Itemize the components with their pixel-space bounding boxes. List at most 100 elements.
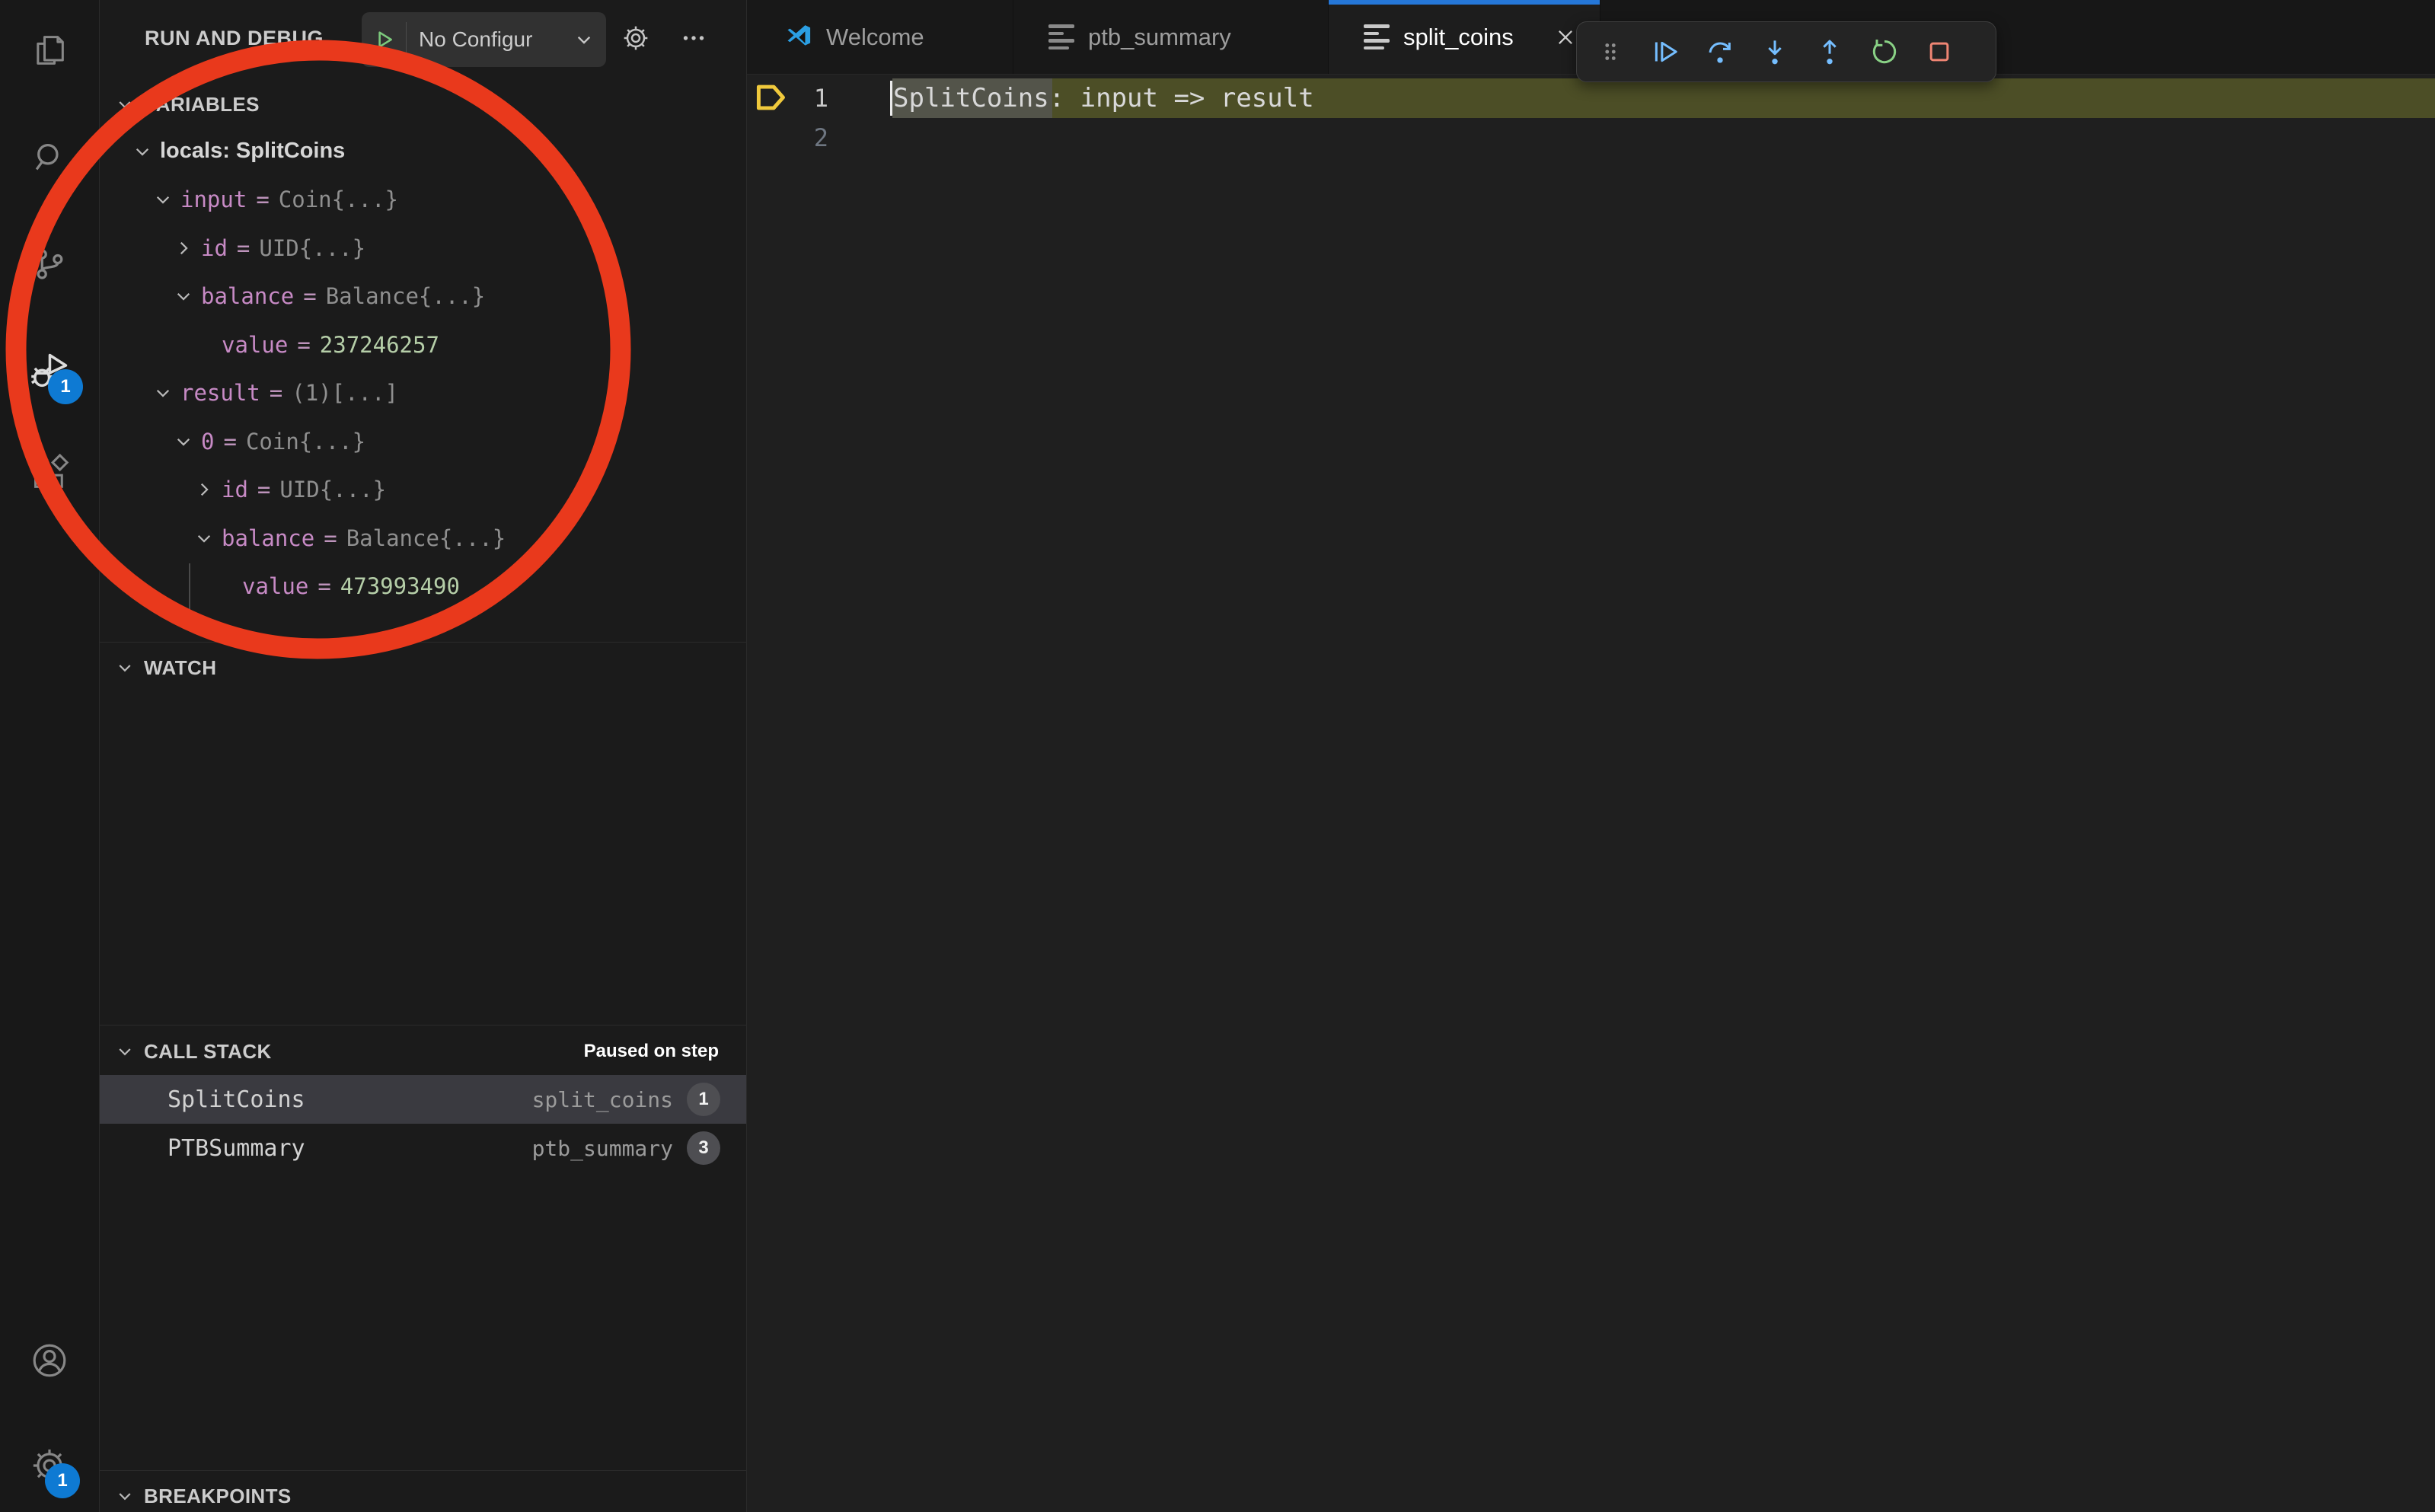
stop-button[interactable] (1920, 31, 1959, 72)
variable-name: 0 (201, 429, 214, 455)
activity-source-control[interactable] (0, 223, 99, 308)
step-into-button[interactable] (1755, 31, 1795, 72)
chevron-down-icon[interactable] (150, 383, 176, 403)
debug-settings-gear-icon[interactable] (611, 0, 660, 76)
code-token-rest: : input => result (1049, 83, 1314, 113)
debug-toolbar (1576, 21, 1996, 82)
tab-label: ptb_summary (1088, 24, 1231, 51)
editor-group: Welcome ptb_summary split_coins (747, 0, 2435, 1512)
files-icon (30, 30, 69, 74)
variable-type: Balance{...} (326, 283, 486, 309)
variables-tree: locals: SplitCoins input = Coin{...} id … (100, 127, 746, 611)
variable-row-balance[interactable]: balance = Balance{...} (100, 273, 746, 321)
variable-row-id[interactable]: id = UID{...} (100, 224, 746, 273)
variable-type: Balance{...} (346, 525, 506, 551)
frame-source: split_coins (532, 1087, 673, 1112)
frame-name: SplitCoins (168, 1086, 305, 1113)
variable-row-input[interactable]: input = Coin{...} (100, 176, 746, 225)
frame-badge: 1 (687, 1083, 720, 1116)
variable-type: Coin{...} (246, 429, 365, 455)
section-label: CALL STACK (144, 1040, 272, 1064)
variable-name: input (180, 187, 247, 212)
vscode-logo-icon (782, 21, 814, 53)
call-stack-frame-selected[interactable]: SplitCoins split_coins 1 (100, 1075, 746, 1124)
variable-name: balance (222, 525, 314, 551)
activity-settings[interactable] (0, 1424, 99, 1510)
tab-ptb-summary[interactable]: ptb_summary (1013, 0, 1329, 74)
variable-row-id-2[interactable]: id = UID{...} (100, 466, 746, 515)
settings-badge: 1 (45, 1463, 80, 1498)
chevron-right-icon[interactable] (171, 238, 196, 258)
step-over-button[interactable] (1700, 31, 1740, 72)
text-cursor (890, 81, 892, 116)
code-token-highlighted: SplitCoins (893, 83, 1049, 113)
chevron-down-icon[interactable] (112, 1042, 138, 1061)
variable-type: Coin{...} (279, 187, 398, 212)
call-stack-frame[interactable]: PTBSummary ptb_summary 3 (100, 1124, 746, 1172)
extensions-icon (30, 454, 69, 497)
chevron-down-icon[interactable] (171, 286, 196, 306)
config-label[interactable]: No Configur (419, 27, 532, 52)
line-number[interactable]: 2 (747, 118, 828, 158)
start-debug-icon[interactable] (372, 27, 397, 52)
code-editor[interactable]: 1 2 SplitCoins: input => result (747, 75, 2435, 1512)
variable-type: UID{...} (279, 477, 386, 502)
sidebar-title: RUN AND DEBUG (145, 0, 324, 76)
equals-sign: = (324, 525, 337, 551)
chevron-right-icon[interactable] (191, 480, 217, 499)
variables-section-header[interactable]: VARIABLES (100, 81, 746, 128)
search-icon (30, 137, 69, 180)
variable-name: balance (201, 283, 294, 309)
activity-explorer[interactable] (0, 9, 99, 94)
continue-button[interactable] (1645, 31, 1685, 72)
code-line-1: SplitCoins: input => result (893, 78, 1314, 118)
chevron-down-icon[interactable] (112, 95, 138, 113)
scope-name: locals: SplitCoins (160, 139, 345, 164)
config-divider (406, 22, 407, 57)
equals-sign: = (297, 332, 310, 358)
equals-sign: = (256, 187, 269, 212)
activity-search[interactable] (0, 116, 99, 201)
activity-extensions[interactable] (0, 432, 99, 518)
chevron-down-icon[interactable] (191, 528, 217, 548)
equals-sign: = (303, 283, 316, 309)
variable-row-value-2[interactable]: value = 473993490 (100, 563, 746, 611)
section-label: VARIABLES (144, 93, 260, 116)
call-stack-section-header[interactable]: CALL STACK Paused on step (100, 1028, 746, 1075)
watch-section-header[interactable]: WATCH (100, 644, 746, 691)
variable-row-0[interactable]: 0 = Coin{...} (100, 417, 746, 466)
chevron-down-icon[interactable] (112, 1487, 138, 1505)
variable-row-locals[interactable]: locals: SplitCoins (100, 127, 746, 176)
variable-name: value (242, 573, 308, 599)
variable-row-value[interactable]: value = 237246257 (100, 321, 746, 369)
section-divider (100, 642, 746, 643)
trace-file-icon (1364, 24, 1391, 49)
step-out-button[interactable] (1810, 31, 1849, 72)
close-icon[interactable] (1554, 26, 1577, 49)
activity-run-and-debug[interactable] (0, 330, 99, 415)
line-number[interactable]: 1 (747, 78, 828, 118)
tab-welcome[interactable]: Welcome (747, 0, 1013, 74)
chevron-down-icon[interactable] (112, 659, 138, 677)
frame-badge: 3 (687, 1131, 720, 1165)
chevron-down-icon[interactable] (129, 142, 155, 161)
activity-accounts[interactable] (0, 1319, 99, 1405)
equals-sign: = (270, 380, 282, 406)
variable-row-result[interactable]: result = (1)[...] (100, 369, 746, 418)
debug-config-dropdown[interactable]: No Configur (362, 12, 606, 67)
breakpoints-section-header[interactable]: BREAKPOINTS (100, 1472, 746, 1512)
more-actions-icon[interactable] (669, 0, 718, 76)
equals-sign: = (318, 573, 330, 599)
chevron-down-icon[interactable] (150, 190, 176, 209)
tab-split-coins[interactable]: split_coins (1329, 0, 1600, 74)
variable-row-balance-2[interactable]: balance = Balance{...} (100, 514, 746, 563)
toolbar-drag-handle-icon[interactable] (1591, 31, 1630, 72)
section-label: BREAKPOINTS (144, 1485, 292, 1508)
vscode-debug-window: 1 (0, 0, 2435, 1512)
account-icon (29, 1340, 70, 1385)
chevron-down-icon[interactable] (171, 432, 196, 451)
chevron-down-icon[interactable] (574, 30, 594, 49)
tab-label: Welcome (826, 24, 924, 51)
restart-button[interactable] (1865, 31, 1904, 72)
active-tab-indicator (1329, 0, 1600, 5)
